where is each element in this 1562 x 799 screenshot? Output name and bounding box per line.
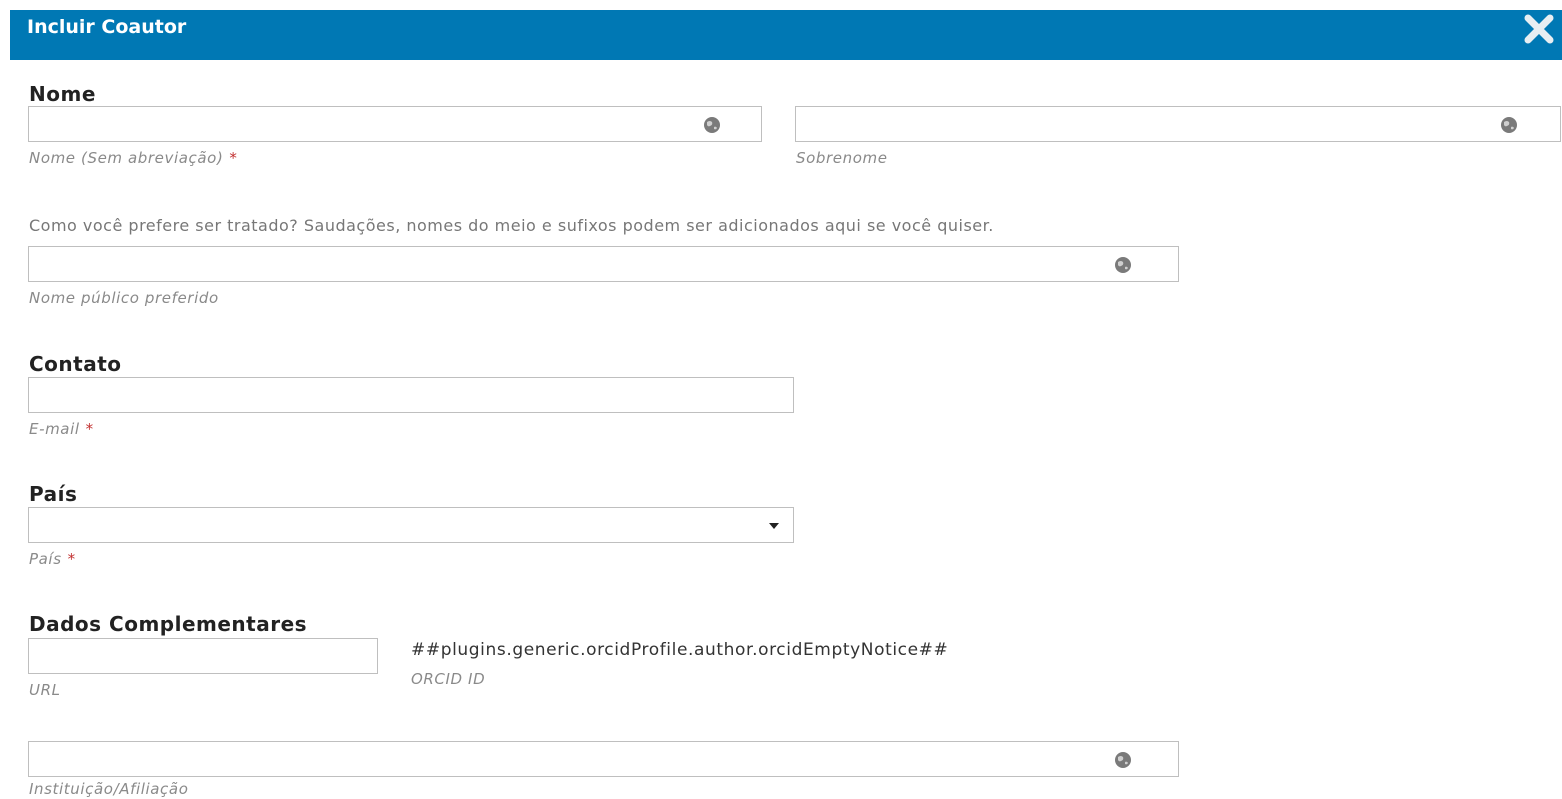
email-input[interactable] (28, 377, 794, 413)
section-title-contato: Contato (29, 352, 122, 376)
affiliation-input[interactable] (28, 741, 1179, 777)
url-label: URL (29, 681, 61, 699)
last-name-label: Sobrenome (796, 149, 888, 167)
orcid-notice: ##plugins.generic.orcidProfile.author.or… (411, 640, 949, 660)
section-title-nome: Nome (29, 82, 96, 106)
first-name-input[interactable] (28, 106, 762, 142)
preferred-name-label: Nome público preferido (29, 289, 219, 307)
url-input[interactable] (28, 638, 378, 674)
globe-icon[interactable] (1114, 256, 1132, 274)
section-title-pais: País (29, 482, 78, 506)
email-label: E-mail * (29, 420, 94, 438)
first-name-label: Nome (Sem abreviação) * (29, 149, 238, 167)
affiliation-label: Instituição/Afiliação (29, 780, 189, 798)
country-select[interactable] (28, 507, 794, 543)
dialog-header: Incluir Coautor (10, 10, 1562, 60)
orcid-label: ORCID ID (411, 670, 486, 688)
close-icon[interactable] (1522, 12, 1556, 46)
globe-icon[interactable] (1114, 751, 1132, 769)
last-name-input[interactable] (795, 106, 1561, 142)
globe-icon[interactable] (1500, 116, 1518, 134)
preferred-name-input[interactable] (28, 246, 1179, 282)
country-label: País * (29, 550, 76, 568)
section-title-dados: Dados Complementares (29, 612, 308, 636)
dialog-title: Incluir Coautor (27, 16, 187, 38)
preferred-name-description: Como você prefere ser tratado? Saudações… (29, 216, 994, 235)
chevron-down-icon[interactable] (769, 523, 779, 529)
globe-icon[interactable] (703, 116, 721, 134)
required-mark: * (229, 149, 238, 167)
required-mark: * (67, 550, 76, 568)
required-mark: * (85, 420, 94, 438)
